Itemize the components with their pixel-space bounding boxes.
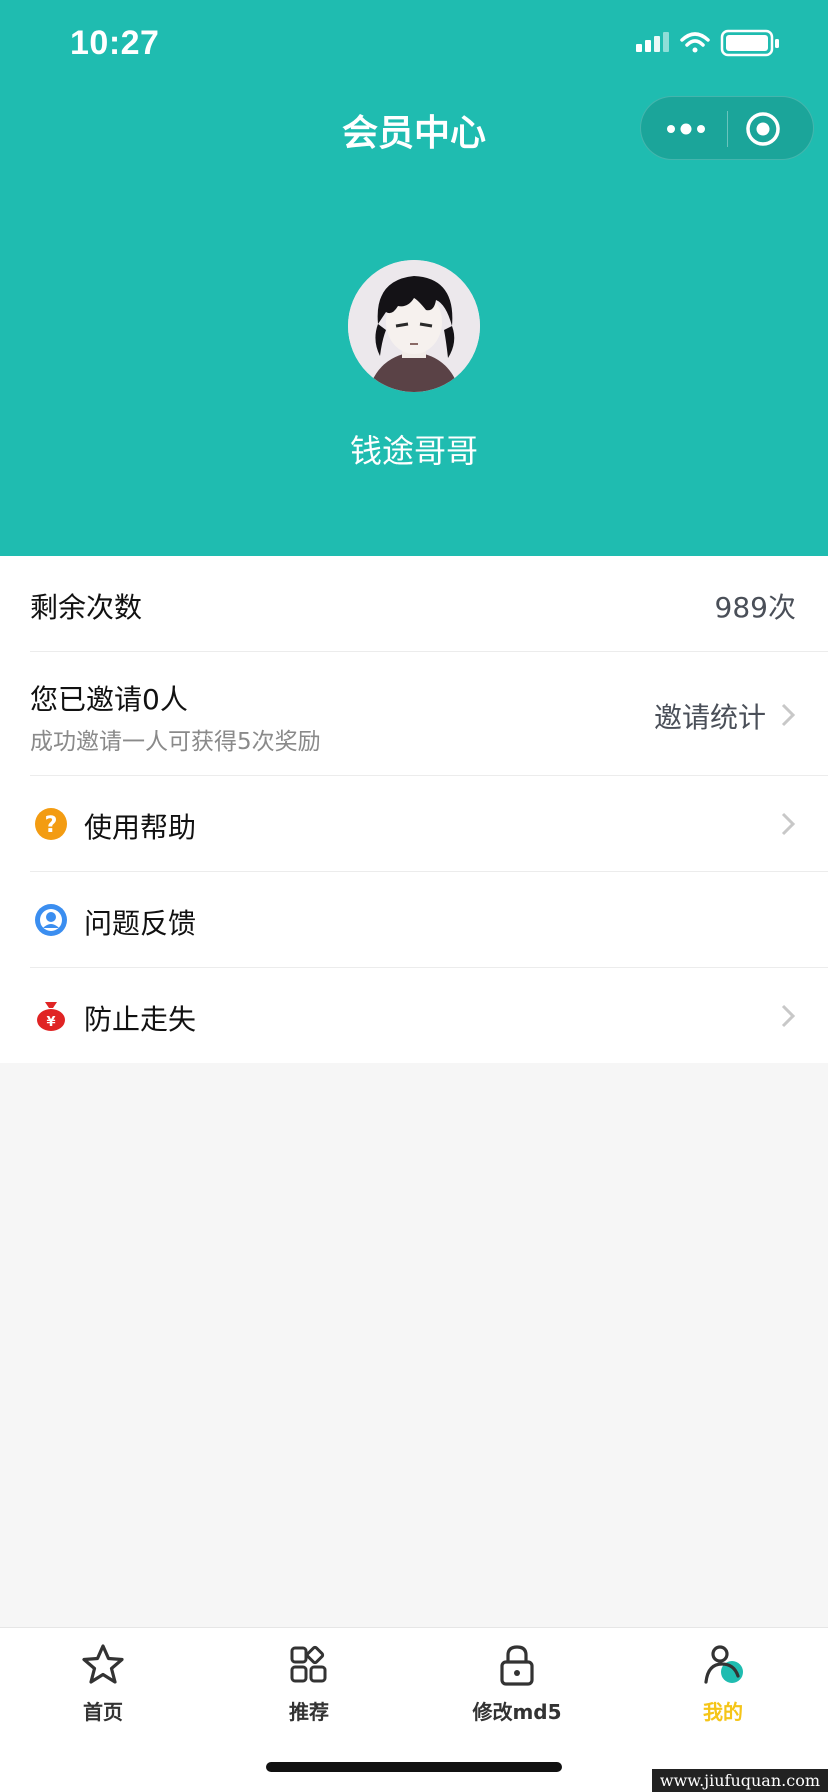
question-circle-icon: ? xyxy=(35,808,67,840)
invite-stats-link[interactable]: 邀请统计 xyxy=(654,696,766,736)
lock-icon xyxy=(500,1645,534,1686)
help-row[interactable]: ? 使用帮助 xyxy=(0,776,828,872)
money-bag-icon: ¥ xyxy=(37,1002,65,1031)
status-icons xyxy=(636,28,786,62)
tab-modify-md5-label: 修改md5 xyxy=(472,1700,562,1724)
tab-modify-md5[interactable]: 修改md5 xyxy=(442,1642,592,1742)
feedback-label: 问题反馈 xyxy=(84,907,197,940)
svg-text:¥: ¥ xyxy=(46,1015,55,1030)
more-dots-icon[interactable] xyxy=(663,117,709,141)
watermark: www.jiufuquan.com xyxy=(651,1769,828,1792)
remaining-count-label: 剩余次数 xyxy=(30,591,143,624)
tab-home-label: 首页 xyxy=(83,1700,123,1724)
capsule-divider xyxy=(727,111,728,147)
prevent-lost-row[interactable]: ¥ 防止走失 xyxy=(0,968,828,1063)
tab-recommend-label: 推荐 xyxy=(289,1700,329,1724)
chevron-right-icon xyxy=(781,1004,796,1028)
star-icon xyxy=(82,1644,124,1684)
chevron-right-icon xyxy=(781,703,796,727)
tab-recommend[interactable]: 推荐 xyxy=(234,1642,384,1742)
user-circle-icon xyxy=(35,904,67,936)
wifi-icon xyxy=(680,32,710,53)
username: 钱途哥哥 xyxy=(349,432,478,470)
invite-count-label: 您已邀请0人 xyxy=(30,683,188,716)
tab-home[interactable]: 首页 xyxy=(28,1642,178,1742)
help-label: 使用帮助 xyxy=(84,811,197,844)
chevron-right-icon xyxy=(781,812,796,836)
remaining-count-value: 989次 xyxy=(714,591,796,624)
tab-mine-label: 我的 xyxy=(703,1700,743,1724)
grid-icon xyxy=(290,1645,327,1683)
prevent-lost-label: 防止走失 xyxy=(84,1003,197,1036)
home-indicator xyxy=(266,1762,562,1772)
battery-icon xyxy=(720,29,779,57)
target-circle-icon[interactable] xyxy=(745,111,781,147)
signal-icon xyxy=(636,32,669,52)
invite-row[interactable]: 您已邀请0人 成功邀请一人可获得5次奖励 邀请统计 xyxy=(0,652,828,776)
avatar[interactable] xyxy=(348,260,480,392)
feedback-row[interactable]: 问题反馈 xyxy=(0,872,828,968)
tab-mine[interactable]: 我的 xyxy=(648,1642,798,1742)
invite-reward-hint: 成功邀请一人可获得5次奖励 xyxy=(30,729,321,755)
remaining-count-row: 剩余次数 989次 xyxy=(0,556,828,652)
miniprogram-capsule xyxy=(640,96,814,160)
svg-text:?: ? xyxy=(45,813,58,838)
menu-list: 剩余次数 989次 您已邀请0人 成功邀请一人可获得5次奖励 邀请统计 ? 使用… xyxy=(0,556,828,1063)
status-time: 10:27 xyxy=(70,24,160,62)
user-icon xyxy=(704,1645,743,1684)
